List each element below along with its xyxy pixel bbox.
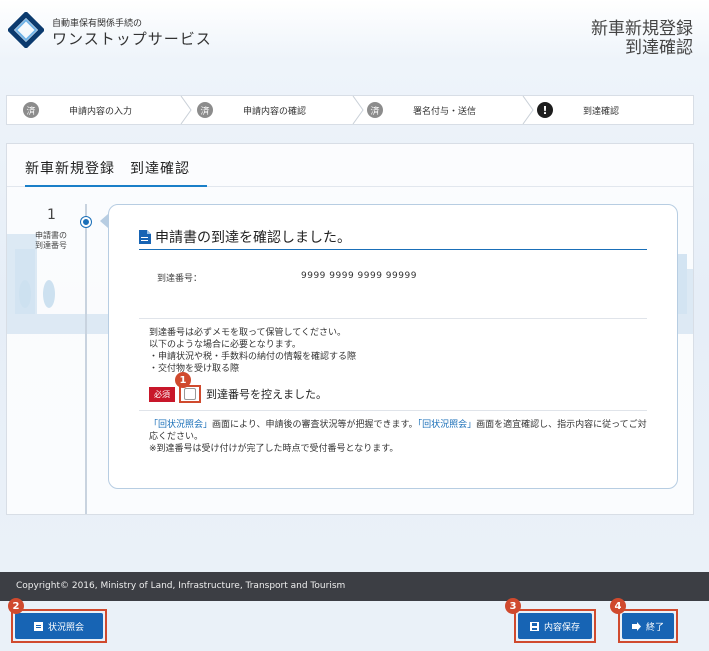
chevron-right-icon	[352, 96, 364, 124]
document-icon	[33, 621, 43, 631]
info-text: 画面により、申請後の審査状況等が把握できます。	[212, 420, 418, 430]
info-text: ※到達番号は受け付けが完了した時点で受付番号となります。	[149, 444, 399, 454]
side-nav-label-line1: 申請書の	[35, 231, 67, 240]
card-title-text: 申請書の到達を確認しました。	[155, 230, 351, 246]
annotation-marker-2: 2	[8, 598, 24, 614]
finish-label: 終了	[645, 622, 664, 633]
logo-title: ワンストップサービス	[52, 30, 212, 48]
page-title: 新車新規登録 到達確認	[591, 20, 693, 58]
save-content-label: 内容保存	[543, 622, 580, 633]
card-title: 申請書の到達を確認しました。	[139, 227, 351, 247]
note-line: ・申請状況や税・手数料の納付の情報を確認する際	[149, 352, 357, 362]
step-label: 到達確認	[583, 106, 620, 117]
status-info-text: 「回状況照会」画面により、申請後の審査状況等が把握できます。「回状況照会」画面を…	[149, 419, 649, 455]
note-line: 以下のような場合に必要となります。	[149, 340, 301, 350]
step-3: 済 署名付与・送信	[367, 96, 476, 124]
arrival-number-label: 到達番号：	[157, 274, 203, 284]
main-panel: 新車新規登録 到達確認 1 申請書の 到達番号 申請書の到達を確認しました。 到…	[6, 143, 694, 515]
step-4: ! 到達確認	[537, 96, 619, 124]
status-link[interactable]: 「回状況照会」	[149, 420, 212, 430]
step-label: 署名付与・送信	[413, 106, 477, 117]
save-content-button[interactable]: 内容保存	[518, 613, 592, 639]
done-badge-icon: 済	[197, 102, 213, 118]
exclamation-icon: !	[537, 102, 553, 118]
step-1: 済 申請内容の入力	[23, 96, 132, 124]
step-label: 申請内容の入力	[69, 106, 133, 117]
done-badge-icon: 済	[23, 102, 39, 118]
chevron-right-icon	[180, 96, 192, 124]
side-nav-label: 申請書の 到達番号	[31, 231, 71, 251]
section-title: 新車新規登録 到達確認	[25, 161, 190, 177]
page-title-line1: 新車新規登録	[591, 19, 693, 39]
status-inquiry-button[interactable]: 状況照会	[15, 613, 103, 639]
logo-icon	[8, 12, 44, 48]
status-link[interactable]: 「回状況照会」	[418, 420, 477, 430]
arrival-number-value: 9999 9999 9999 99999	[301, 271, 417, 281]
page-title-line2: 到達確認	[625, 38, 693, 58]
annotation-marker-3: 3	[505, 598, 521, 614]
annotation-marker-1: 1	[175, 372, 191, 388]
side-nav-track	[85, 204, 87, 514]
card-pointer	[100, 214, 108, 228]
save-icon	[529, 621, 539, 631]
arrival-notes: 到達番号は必ずメモを取って保管してください。 以下のような場合に必要となります。…	[149, 327, 356, 375]
confirmation-card: 申請書の到達を確認しました。 到達番号： 9999 9999 9999 9999…	[108, 204, 678, 489]
header: 自動車保有関係手続の ワンストップサービス 新車新規登録 到達確認	[0, 0, 709, 80]
step-2: 済 申請内容の確認	[197, 96, 306, 124]
section-title-underline	[25, 185, 207, 187]
chevron-right-icon	[522, 96, 534, 124]
card-title-underline	[139, 249, 647, 250]
confirm-checkbox-label[interactable]: 到達番号を控えました。	[206, 386, 327, 402]
confirm-checkbox[interactable]	[184, 388, 196, 400]
copyright-text: Copyright© 2016, Ministry of Land, Infra…	[16, 581, 346, 591]
document-icon	[139, 230, 151, 244]
exit-icon	[631, 621, 641, 631]
confirm-checkbox-row: 必須 到達番号を控えました。	[149, 385, 327, 403]
side-nav-number: 1	[47, 207, 56, 223]
finish-button[interactable]: 終了	[622, 613, 674, 639]
required-badge: 必須	[149, 386, 175, 402]
side-nav-dot-icon	[81, 217, 91, 227]
annotation-marker-4: 4	[610, 598, 626, 614]
side-nav-label-line2: 到達番号	[35, 241, 67, 250]
step-label: 申請内容の確認	[243, 106, 307, 117]
divider	[139, 318, 647, 319]
note-line: 到達番号は必ずメモを取って保管してください。	[149, 328, 347, 338]
status-inquiry-label: 状況照会	[47, 622, 84, 633]
done-badge-icon: 済	[367, 102, 383, 118]
footer: Copyright© 2016, Ministry of Land, Infra…	[0, 572, 709, 601]
divider	[139, 410, 647, 411]
step-progress: 済 申請内容の入力 済 申請内容の確認 済 署名付与・送信 ! 到達確認	[6, 95, 694, 125]
